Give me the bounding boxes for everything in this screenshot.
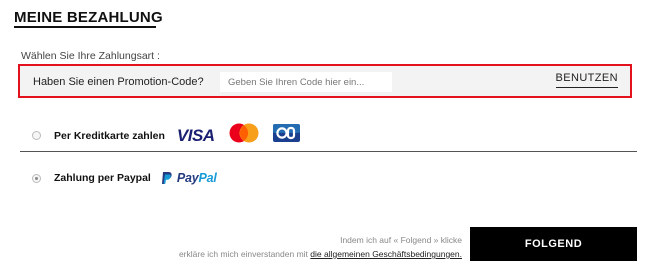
paypal-wordmark-pay: Pay xyxy=(176,171,199,185)
credit-card-radio[interactable] xyxy=(32,131,41,140)
paypal-radio[interactable] xyxy=(32,173,41,183)
terms-line-1: Indem ich auf « Folgend » klicke xyxy=(340,235,462,245)
cb-card-logo xyxy=(272,124,300,147)
terms-link[interactable]: die allgemeinen Geschäftsbedingungen. xyxy=(310,249,462,259)
terms-line-2: erkläre ich mich einverstanden mit die a… xyxy=(179,247,462,261)
next-button[interactable]: FOLGEND xyxy=(470,227,637,261)
options-divider xyxy=(20,151,637,152)
mastercard-logo xyxy=(227,123,261,148)
promo-code-panel: Haben Sie einen Promotion-Code? BENUTZEN xyxy=(18,64,632,98)
payment-method-prompt: Wählen Sie Ihre Zahlungsart : xyxy=(21,50,160,62)
promo-code-input[interactable] xyxy=(220,72,392,92)
paypal-wordmark-pal: Pal xyxy=(198,171,217,185)
terms-notice: Indem ich auf « Folgend » klicke erkläre… xyxy=(179,233,462,261)
payment-option-credit-card[interactable]: Per Kreditkarte zahlen VISA xyxy=(32,123,300,148)
terms-prefix: erkläre ich mich einverstanden mit xyxy=(178,249,308,259)
payment-option-paypal[interactable]: Zahlung per Paypal PayPal xyxy=(32,171,217,185)
title-underline xyxy=(14,26,156,28)
credit-card-label[interactable]: Per Kreditkarte zahlen xyxy=(54,130,165,142)
paypal-wordmark: PayPal xyxy=(177,171,217,185)
paypal-mark-icon xyxy=(161,172,172,184)
promo-apply-button[interactable]: BENUTZEN xyxy=(555,72,618,88)
promo-code-label: Haben Sie einen Promotion-Code? xyxy=(33,76,204,88)
visa-logo: VISA xyxy=(176,125,215,145)
paypal-label[interactable]: Zahlung per Paypal xyxy=(54,172,151,184)
paypal-logo: PayPal xyxy=(161,171,217,185)
page-title: MEINE BEZAHLUNG xyxy=(14,9,163,26)
